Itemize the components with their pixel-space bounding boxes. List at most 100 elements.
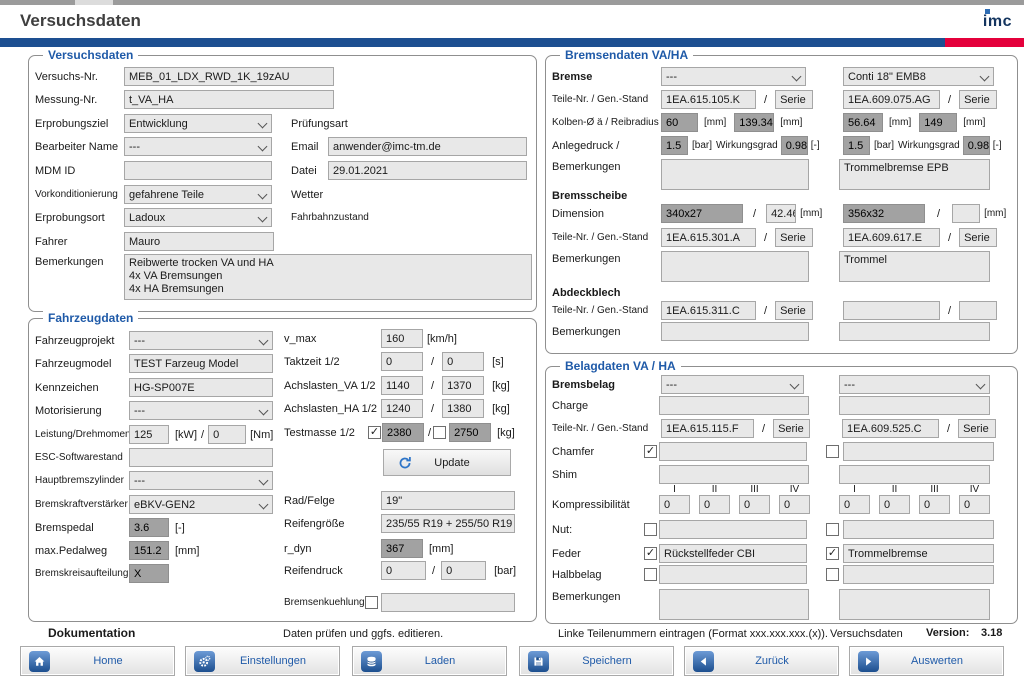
motorisierung-combo[interactable]: --- [129, 401, 273, 420]
belag-teile-nr-va-input[interactable]: 1EA.615.115.F [661, 419, 754, 438]
kompressibilitaet-ha-4-input[interactable]: 0 [959, 495, 990, 514]
nut-ha-input[interactable] [843, 520, 994, 539]
fahrzeugmodel-input[interactable]: TEST Farzeug Model [129, 354, 273, 373]
kompressibilitaet-ha-2-input[interactable]: 0 [879, 495, 910, 514]
halbbelag-va-checkbox[interactable] [644, 568, 657, 581]
erprobungsziel-combo[interactable]: Entwicklung [124, 114, 272, 133]
achslast-ha1-input[interactable]: 1240 [381, 399, 423, 418]
bremse-bemerkungen-ha[interactable]: Trommelbremse EPB [839, 159, 990, 190]
einstellungen-button[interactable]: Einstellungen [185, 646, 340, 676]
kompressibilitaet-va-4-input[interactable]: 0 [779, 495, 810, 514]
nut-ha-checkbox[interactable] [826, 523, 839, 536]
reifendruck2-input[interactable]: 0 [441, 561, 486, 580]
gen-stand-ha-input[interactable]: Serie [959, 90, 997, 109]
taktzeit1-input[interactable]: 0 [381, 352, 423, 371]
home-button[interactable]: Home [20, 646, 175, 676]
datei-input[interactable]: 29.01.2021 [328, 161, 527, 180]
bremskraftverstaerker-combo[interactable]: eBKV-GEN2 [129, 495, 273, 514]
update-button[interactable]: Update [383, 449, 511, 476]
shim-va-input[interactable] [659, 465, 809, 484]
halbbelag-va-input[interactable] [659, 565, 807, 584]
rad-felge-input[interactable]: 19" [381, 491, 515, 510]
versuchs-nr-input[interactable]: MEB_01_LDX_RWD_1K_19zAU [124, 67, 334, 86]
belag-teile-nr-ha-input[interactable]: 1EA.609.525.C [842, 419, 939, 438]
taktzeit2-input[interactable]: 0 [442, 352, 484, 371]
bremsbelag-va-combo[interactable]: --- [661, 375, 804, 394]
scheibe-bemerkungen-ha[interactable]: Trommel [839, 251, 990, 282]
feder-ha-checkbox[interactable] [826, 547, 839, 560]
scheibe-gen-stand-ha-input[interactable]: Serie [959, 228, 997, 247]
dimension2-va-input[interactable]: 42.46 [766, 204, 796, 223]
v-max-input[interactable]: 160 [381, 329, 423, 348]
bearbeiter-name-combo[interactable]: --- [124, 137, 272, 156]
chamfer-va-checkbox[interactable] [644, 445, 657, 458]
bemerkungen-textarea[interactable]: Reibwerte trocken VA und HA 4x VA Bremsu… [124, 254, 532, 300]
messung-nr-input[interactable]: t_VA_HA [124, 90, 334, 109]
feder-va-input[interactable]: Rückstellfeder CBI [659, 544, 807, 563]
achslast-va2-input[interactable]: 1370 [442, 376, 484, 395]
halbbelag-ha-input[interactable] [843, 565, 994, 584]
reifengroesse-input[interactable]: 235/55 R19 + 255/50 R19 [381, 514, 515, 533]
speichern-button[interactable]: Speichern [519, 646, 674, 676]
abdeckblech-bemerkungen-va[interactable] [661, 322, 809, 341]
kompressibilitaet-ha-1-input[interactable]: 0 [839, 495, 870, 514]
bremse-ha-combo[interactable]: Conti 18" EMB8 [843, 67, 994, 86]
reifendruck1-input[interactable]: 0 [381, 561, 426, 580]
bremsenkuehlung-checkbox[interactable] [365, 596, 378, 609]
halbbelag-ha-checkbox[interactable] [826, 568, 839, 581]
drehmoment-input[interactable]: 0 [208, 425, 246, 444]
chamfer-ha-input[interactable] [843, 442, 994, 461]
shim-ha-input[interactable] [839, 465, 990, 484]
achslast-ha2-input[interactable]: 1380 [442, 399, 484, 418]
abdeckblech-gen-stand-ha-input[interactable] [959, 301, 997, 320]
feder-ha-input[interactable]: Trommelbremse [843, 544, 994, 563]
kompressibilitaet-va-2-input[interactable]: 0 [699, 495, 730, 514]
teile-nr-ha-input[interactable]: 1EA.609.075.AG [843, 90, 940, 109]
scheibe-teile-nr-ha-input[interactable]: 1EA.609.617.E [843, 228, 940, 247]
gen-stand-va-input[interactable]: Serie [775, 90, 813, 109]
hauptbremszylinder-combo[interactable]: --- [129, 471, 273, 490]
abdeckblech-teile-nr-va-input[interactable]: 1EA.615.311.C [661, 301, 756, 320]
charge-va-input[interactable] [659, 396, 809, 415]
bremsenkuehlung-input[interactable] [381, 593, 515, 612]
scheibe-gen-stand-va-input[interactable]: Serie [775, 228, 813, 247]
belag-bemerkungen-va[interactable] [659, 589, 809, 620]
testmasse1-checkbox[interactable] [368, 426, 381, 439]
dimension2-ha-input[interactable] [952, 204, 980, 223]
kennzeichen-input[interactable]: HG-SP007E [129, 378, 273, 397]
chamfer-va-input[interactable] [659, 442, 807, 461]
kompressibilitaet-ha-3-input[interactable]: 0 [919, 495, 950, 514]
scheibe-teile-nr-va-input[interactable]: 1EA.615.301.A [661, 228, 756, 247]
belag-gen-stand-va-input[interactable]: Serie [773, 419, 810, 438]
vorkonditionierung-combo[interactable]: gefahrene Teile [124, 185, 272, 204]
bremse-va-combo[interactable]: --- [661, 67, 806, 86]
abdeckblech-bemerkungen-ha[interactable] [839, 322, 990, 341]
fahrzeugprojekt-combo[interactable]: --- [129, 331, 273, 350]
belag-gen-stand-ha-input[interactable]: Serie [958, 419, 996, 438]
fahrer-input[interactable]: Mauro [124, 232, 274, 251]
testmasse2-checkbox[interactable] [433, 426, 446, 439]
laden-button[interactable]: Laden [352, 646, 507, 676]
kompressibilitaet-va-1-input[interactable]: 0 [659, 495, 690, 514]
chamfer-ha-checkbox[interactable] [826, 445, 839, 458]
feder-va-checkbox[interactable] [644, 547, 657, 560]
achslast-va1-input[interactable]: 1140 [381, 376, 423, 395]
email-input[interactable]: anwender@imc-tm.de [328, 137, 527, 156]
kompressibilitaet-va-3-input[interactable]: 0 [739, 495, 770, 514]
abdeckblech-gen-stand-va-input[interactable]: Serie [775, 301, 813, 320]
esc-softwarestand-input[interactable] [129, 448, 273, 467]
abdeckblech-teile-nr-ha-input[interactable] [843, 301, 940, 320]
erprobungsort-combo[interactable]: Ladoux [124, 208, 272, 227]
belag-bemerkungen-ha[interactable] [839, 589, 990, 620]
mdm-id-input[interactable] [124, 161, 272, 180]
teile-nr-va-input[interactable]: 1EA.615.105.K [661, 90, 756, 109]
nut-va-checkbox[interactable] [644, 523, 657, 536]
charge-ha-input[interactable] [839, 396, 990, 415]
auswerten-button[interactable]: Auswerten [849, 646, 1004, 676]
bremse-bemerkungen-va[interactable] [661, 159, 809, 190]
scheibe-bemerkungen-va[interactable] [661, 251, 809, 282]
nut-va-input[interactable] [659, 520, 807, 539]
leistung-input[interactable]: 125 [129, 425, 169, 444]
zurueck-button[interactable]: Zurück [684, 646, 839, 676]
bremsbelag-ha-combo[interactable]: --- [839, 375, 990, 394]
